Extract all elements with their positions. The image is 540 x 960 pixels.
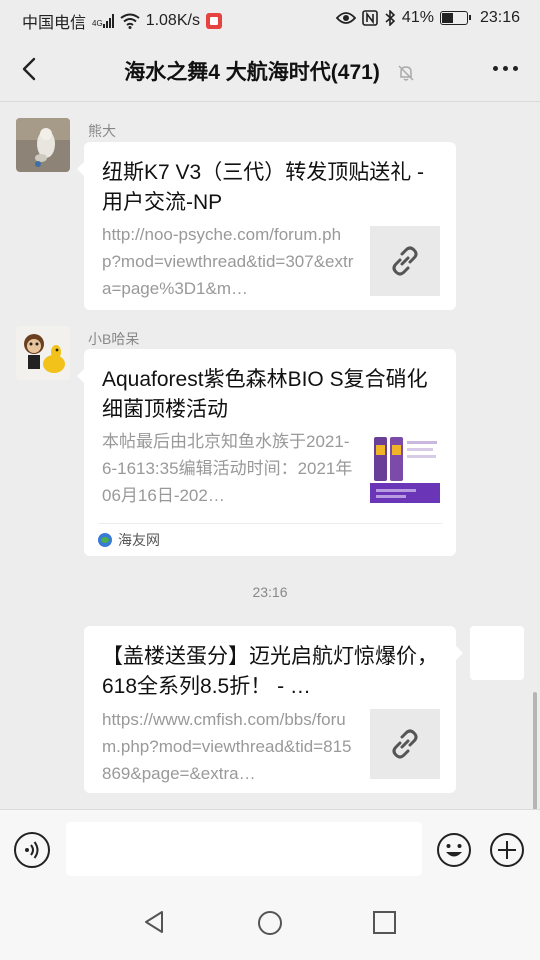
link-thumbnail <box>370 709 440 779</box>
mute-bell-icon <box>398 65 414 82</box>
clock: 23:16 <box>479 9 520 26</box>
eye-icon <box>335 12 356 24</box>
voice-input-button[interactable] <box>14 832 50 868</box>
card-title: Aquaforest紫色森林BIO S复合硝化细菌顶楼活动 <box>102 368 428 421</box>
network-tag: 4G <box>92 19 103 28</box>
carrier-label: 中国电信 <box>22 15 87 32</box>
signal-icon: 4G <box>92 14 114 28</box>
battery-percent: 41% <box>401 9 434 26</box>
nav-recent-apps-icon[interactable] <box>373 911 396 934</box>
sender-name: 熊大 <box>88 123 116 139</box>
link-card[interactable]: 纽斯K7 V3（三代）转发顶贴送礼 - 用户交流-NP http://noo-p… <box>77 142 456 310</box>
message-input[interactable] <box>66 822 422 876</box>
avatar-self[interactable] <box>470 626 524 680</box>
avatar-xiaob[interactable] <box>16 326 70 380</box>
status-bar: 中国电信 4G 1.08K/s 41% 23:16 <box>0 0 540 36</box>
scrollbar[interactable] <box>533 692 537 810</box>
product-image <box>370 433 440 503</box>
nfc-icon <box>362 10 378 26</box>
input-bar <box>0 809 540 889</box>
message-list[interactable]: 熊大 纽斯K7 V3（三代）转发顶贴送礼 - 用户交流-NP http://no… <box>0 103 540 810</box>
avatar-image <box>16 326 70 380</box>
screen-record-icon <box>205 13 222 29</box>
source-logo-icon <box>98 533 112 547</box>
voice-icon <box>25 841 39 859</box>
status-left: 中国电信 4G 1.08K/s <box>22 9 222 33</box>
chat-title: 海水之舞4 大航海时代(471) <box>124 61 380 84</box>
card-title: 纽斯K7 V3（三代）转发顶贴送礼 - 用户交流-NP <box>102 161 425 214</box>
link-icon <box>392 246 418 276</box>
card-title: 【盖楼送蛋分】迈光启航灯惊爆价，618全系列8.5折！ - … <box>102 645 438 698</box>
avatar-xiongda[interactable] <box>16 118 70 172</box>
nav-back-icon[interactable] <box>142 909 168 935</box>
card-description: https://www.cmfish.com/bbs/forum.php?mod… <box>102 710 352 783</box>
chat-header: 海水之舞4 大航海时代(471) <box>0 36 540 102</box>
plus-icon[interactable] <box>489 832 525 868</box>
network-speed: 1.08K/s <box>145 12 200 29</box>
source-footer: 海友网 <box>98 523 442 556</box>
link-thumbnail <box>370 226 440 296</box>
wifi-icon <box>120 13 140 29</box>
emoji-icon[interactable] <box>436 832 472 868</box>
status-right: 41% 23:16 <box>335 9 520 27</box>
bluetooth-icon <box>385 10 396 26</box>
time-divider: 23:16 <box>252 584 288 600</box>
link-card[interactable]: Aquaforest紫色森林BIO S复合硝化细菌顶楼活动 本帖最后由北京知鱼水… <box>77 349 456 556</box>
system-nav-bar <box>0 889 540 960</box>
battery-icon <box>439 11 471 25</box>
link-icon <box>392 729 418 759</box>
page-title: 海水之舞4 大航海时代(471) <box>0 56 540 86</box>
avatar-image <box>16 118 70 172</box>
source-name: 海友网 <box>118 532 160 548</box>
link-card-own[interactable]: 【盖楼送蛋分】迈光启航灯惊爆价，618全系列8.5折！ - … https://… <box>84 626 463 793</box>
card-description: 本帖最后由北京知鱼水族于2021-6-1613:35编辑活动时间：2021年06… <box>102 432 353 505</box>
card-description: http://noo-psyche.com/forum.php?mod=view… <box>102 225 354 298</box>
more-options-icon[interactable] <box>493 66 518 71</box>
sender-name: 小B哈呆 <box>88 331 140 347</box>
nav-home-icon[interactable] <box>257 910 283 936</box>
